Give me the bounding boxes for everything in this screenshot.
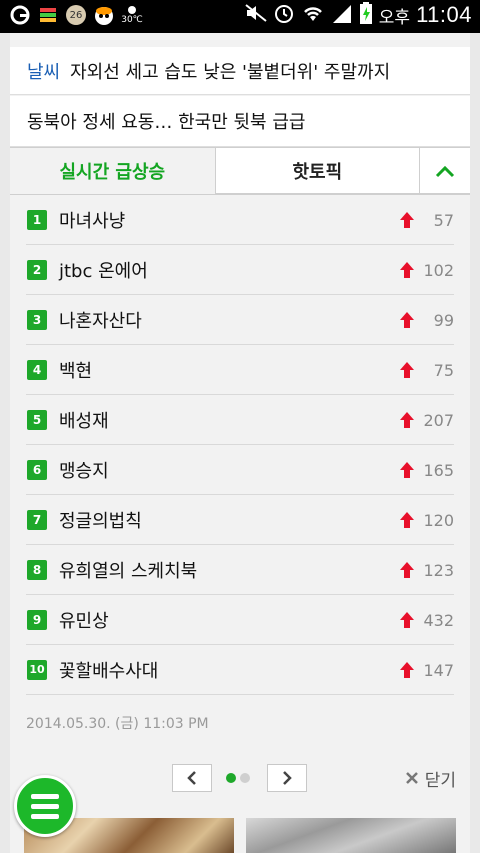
headline-tag: 날씨: [27, 61, 61, 83]
rank-change-count: 102: [423, 260, 454, 280]
chevron-right-icon: [283, 771, 292, 785]
weather-badge-icon: 30℃: [120, 3, 144, 27]
signal-icon: [331, 3, 353, 27]
rank-keyword: 나혼자산다: [59, 310, 142, 332]
rank-row[interactable]: 2 jtbc 온에어 102: [26, 245, 454, 295]
prev-page-button[interactable]: [172, 764, 212, 792]
next-page-button[interactable]: [267, 764, 307, 792]
rank-keyword: jtbc 온에어: [59, 260, 148, 282]
trend-up-icon: [400, 612, 414, 628]
headline-text: 자외선 세고 습도 낮은 '불볕더위' 주말까지: [70, 61, 391, 83]
trend-up-icon: [400, 362, 414, 378]
chevron-up-icon: [435, 165, 455, 177]
rank-change-count: 57: [433, 210, 454, 230]
rank-change-count: 207: [423, 410, 454, 430]
rank-keyword: 꽃할배수사대: [59, 660, 159, 682]
rank-change-count: 75: [433, 360, 454, 380]
rank-row[interactable]: 3 나혼자산다 99: [26, 295, 454, 345]
trend-up-icon: [400, 412, 414, 428]
rank-keyword: 배성재: [59, 410, 109, 432]
mute-icon: [245, 4, 267, 26]
rank-number-badge: 1: [27, 209, 47, 230]
rank-keyword: 마녀사냥: [59, 210, 126, 232]
rank-keyword: 유희열의 스케치북: [59, 560, 198, 582]
chevron-left-icon: [187, 771, 196, 785]
headline-weather[interactable]: 날씨 자외선 세고 습도 낮은 '불볕더위' 주말까지: [10, 47, 470, 95]
weather-temp: 30℃: [121, 15, 143, 25]
bookmark-notification-icon: [36, 3, 60, 27]
menu-fab-button[interactable]: [14, 775, 76, 837]
trend-up-icon: [400, 462, 414, 478]
close-button[interactable]: 닫기: [405, 764, 456, 792]
rank-row[interactable]: 5 배성재 207: [26, 395, 454, 445]
rank-keyword: 맹승지: [59, 460, 109, 482]
trend-up-icon: [400, 212, 414, 228]
tab-realtime[interactable]: 실시간 급상승: [10, 148, 215, 194]
calendar-badge: 26: [66, 5, 86, 25]
rank-row[interactable]: 1 마녀사냥 57: [26, 195, 454, 245]
rank-row[interactable]: 9 유민상 432: [26, 595, 454, 645]
rank-change-count: 432: [423, 610, 454, 630]
rank-number-badge: 8: [27, 559, 47, 580]
wifi-icon: [301, 3, 325, 27]
updated-timestamp: 2014.05.30. (금) 11:03 PM: [26, 716, 209, 732]
trend-up-icon: [400, 312, 414, 328]
rank-change-count: 120: [423, 510, 454, 530]
page-indicator: [226, 773, 250, 783]
rank-change-count: 123: [423, 560, 454, 580]
alarm-icon: [273, 2, 295, 28]
tab-hottopic[interactable]: 핫토픽: [214, 148, 420, 194]
rank-number-badge: 6: [27, 459, 47, 480]
page-dot: [226, 773, 236, 783]
battery-charging-icon: [359, 2, 373, 28]
pager-bar: 닫기: [10, 753, 470, 804]
rank-number-badge: 10: [27, 659, 47, 680]
rank-change-count: 147: [423, 660, 454, 680]
status-bar: 26 30℃ 오후 11:04: [0, 0, 480, 33]
rank-number-badge: 5: [27, 409, 47, 430]
rank-row[interactable]: 6 맹승지 165: [26, 445, 454, 495]
headline-text: 동북아 정세 요동… 한국만 뒷북 급급: [27, 112, 306, 133]
rank-number-badge: 3: [27, 309, 47, 330]
photo-thumbnails: [10, 818, 470, 853]
rank-number-badge: 4: [27, 359, 47, 380]
headline-politics[interactable]: 동북아 정세 요동… 한국만 뒷북 급급: [10, 96, 470, 147]
clock-ampm: 오후: [378, 7, 411, 28]
close-label: 닫기: [424, 770, 456, 791]
collapse-button[interactable]: [419, 148, 470, 194]
rank-row[interactable]: 4 백현 75: [26, 345, 454, 395]
rank-number-badge: 7: [27, 509, 47, 530]
rank-change-count: 165: [423, 460, 454, 480]
rank-change-count: 99: [433, 310, 454, 330]
page-dot: [240, 773, 250, 783]
trend-up-icon: [400, 562, 414, 578]
rank-row[interactable]: 7 정글의법칙 120: [26, 495, 454, 545]
rank-number-badge: 9: [27, 609, 47, 630]
app-notification-icon: [8, 3, 32, 27]
clock-time: 11:04: [416, 2, 472, 27]
close-icon: [405, 772, 418, 784]
news-page: 날씨 자외선 세고 습도 낮은 '불볕더위' 주말까지 동북아 정세 요동… 한…: [10, 33, 470, 853]
pororo-app-icon: [92, 3, 116, 27]
trend-up-icon: [400, 262, 414, 278]
menu-icon: [31, 793, 59, 819]
rank-row[interactable]: 8 유희열의 스케치북 123: [26, 545, 454, 595]
rank-number-badge: 2: [27, 259, 47, 280]
rank-keyword: 유민상: [59, 610, 109, 632]
trend-up-icon: [400, 662, 414, 678]
rank-keyword: 정글의법칙: [59, 510, 142, 532]
rank-keyword: 백현: [59, 360, 93, 382]
calendar-badge-icon: 26: [64, 3, 88, 27]
ranking-tabs: 실시간 급상승 핫토픽: [10, 147, 470, 195]
trend-up-icon: [400, 512, 414, 528]
news-thumbnail[interactable]: [246, 818, 456, 853]
rank-row[interactable]: 10 꽃할배수사대 147: [26, 645, 454, 695]
ranking-list: 1 마녀사냥 57 2 jtbc 온에어 102 3 나혼자산다 99 4 백현 75 5 배성재 207 6…: [26, 195, 454, 695]
